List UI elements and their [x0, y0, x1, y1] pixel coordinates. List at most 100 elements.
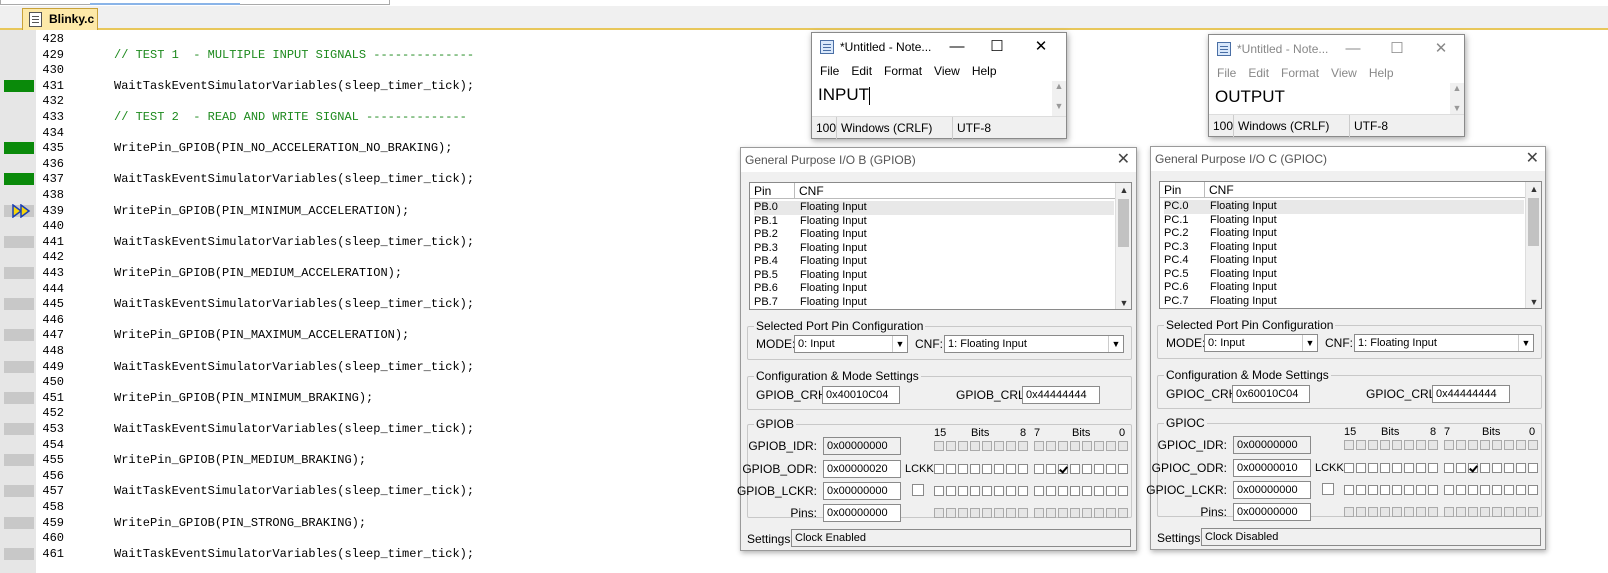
bit-checkbox[interactable] — [970, 464, 980, 474]
pin-list[interactable]: Pin CNF PB.0 Floating Input PB.1 Floating Inp… — [749, 182, 1132, 310]
bit-checkbox[interactable] — [958, 464, 968, 474]
minimize-button[interactable]: — — [1336, 37, 1370, 61]
bit-checkbox[interactable] — [1404, 485, 1414, 495]
pin-row[interactable]: PC.6 Floating Input — [1164, 281, 1524, 295]
bit-checkbox[interactable] — [1480, 485, 1490, 495]
bit-checkbox[interactable] — [1404, 463, 1414, 473]
notepad-input-window[interactable]: *Untitled - Note... — ☐ ✕ File Edit Format… — [811, 32, 1067, 139]
pin-row[interactable]: PB.7 Floating Input — [754, 296, 1114, 310]
bit-checkbox[interactable] — [1006, 464, 1016, 474]
notepad-scrollbar[interactable]: ▲ ▼ — [1052, 81, 1066, 117]
odr-input[interactable]: 0x00000020 — [823, 460, 901, 478]
bit-checkbox[interactable] — [1034, 486, 1044, 496]
menu-view[interactable]: View — [934, 61, 960, 81]
bit-checkbox[interactable] — [1070, 464, 1080, 474]
pin-list[interactable]: Pin CNF PC.0 Floating Input PC.1 Floating Inp… — [1159, 181, 1542, 309]
pin-row[interactable]: PB.1 Floating Input — [754, 215, 1114, 229]
bit-checkbox[interactable] — [934, 486, 944, 496]
menu-file[interactable]: File — [820, 61, 839, 81]
col-pin[interactable]: Pin — [754, 184, 771, 198]
menu-edit[interactable]: Edit — [851, 61, 872, 81]
bit-checkbox[interactable] — [1416, 463, 1426, 473]
bit-checkbox[interactable] — [1368, 463, 1378, 473]
bit-checkbox[interactable] — [1504, 485, 1514, 495]
menu-edit[interactable]: Edit — [1248, 63, 1269, 83]
bit-checkbox[interactable] — [1468, 463, 1478, 473]
bit-checkbox[interactable] — [1480, 463, 1490, 473]
menu-help[interactable]: Help — [972, 61, 997, 81]
bit-checkbox[interactable] — [1006, 486, 1016, 496]
bit-checkbox[interactable] — [1368, 485, 1378, 495]
bit-checkbox[interactable] — [1356, 463, 1366, 473]
bit-checkbox[interactable] — [1046, 464, 1056, 474]
gpioc-peripheral-dialog[interactable]: General Purpose I/O C (GPIOC) ✕ Pin CNF PC.0… — [1146, 146, 1546, 550]
pin-row[interactable]: PC.0 Floating Input — [1164, 200, 1524, 214]
bit-checkbox[interactable] — [982, 464, 992, 474]
pin-row[interactable]: PB.4 Floating Input — [754, 255, 1114, 269]
pin-row[interactable]: PB.3 Floating Input — [754, 242, 1114, 256]
crh-input[interactable]: 0x60010C04 — [1232, 385, 1310, 403]
bit-checkbox[interactable] — [970, 486, 980, 496]
close-icon[interactable]: ✕ — [1526, 147, 1539, 171]
bit-checkbox[interactable] — [1416, 485, 1426, 495]
cnf-select[interactable]: 1: Floating Input ▼ — [944, 335, 1124, 353]
bit-checkbox[interactable] — [1504, 463, 1514, 473]
scroll-thumb[interactable] — [1118, 199, 1129, 247]
bit-checkbox[interactable] — [1456, 485, 1466, 495]
bit-checkbox[interactable] — [1344, 463, 1354, 473]
bit-checkbox[interactable] — [1344, 485, 1354, 495]
notepad-output-window[interactable]: *Untitled - Note... — ☐ ✕ File Edit Format… — [1208, 34, 1465, 137]
col-cnf[interactable]: CNF — [799, 184, 824, 198]
bit-checkbox[interactable] — [982, 486, 992, 496]
bit-checkbox[interactable] — [1094, 486, 1104, 496]
notepad-title-bar[interactable]: *Untitled - Note... — ☐ ✕ — [1209, 35, 1464, 63]
scroll-up-icon[interactable]: ▲ — [1116, 185, 1132, 195]
bit-checkbox[interactable] — [1094, 464, 1104, 474]
pins-input[interactable]: 0x00000000 — [823, 504, 901, 522]
close-button[interactable]: ✕ — [1024, 35, 1058, 59]
menu-format[interactable]: Format — [1281, 63, 1319, 83]
mode-select[interactable]: 0: Input ▼ — [794, 335, 908, 353]
bit-checkbox[interactable] — [1492, 463, 1502, 473]
bit-checkbox[interactable] — [1468, 485, 1478, 495]
bit-checkbox[interactable] — [1428, 463, 1438, 473]
bit-checkbox[interactable] — [1082, 486, 1092, 496]
bit-checkbox[interactable] — [1444, 485, 1454, 495]
pin-row[interactable]: PC.5 Floating Input — [1164, 268, 1524, 282]
lckr-input[interactable]: 0x00000000 — [823, 482, 901, 500]
bit-checkbox[interactable] — [1516, 485, 1526, 495]
bit-checkbox[interactable] — [994, 464, 1004, 474]
lckk-checkbox[interactable] — [912, 484, 924, 496]
maximize-button[interactable]: ☐ — [980, 35, 1014, 59]
menu-file[interactable]: File — [1217, 63, 1236, 83]
bit-checkbox[interactable] — [934, 464, 944, 474]
bit-checkbox[interactable] — [1070, 486, 1080, 496]
bit-checkbox[interactable] — [1018, 464, 1028, 474]
notepad-text-area[interactable]: INPUT — [812, 81, 1052, 117]
bit-checkbox[interactable] — [1118, 464, 1128, 474]
idr-input[interactable]: 0x00000000 — [823, 437, 901, 455]
bit-checkbox[interactable] — [1106, 486, 1116, 496]
bit-checkbox[interactable] — [946, 486, 956, 496]
scroll-up-icon[interactable]: ▲ — [1526, 184, 1542, 194]
odr-input[interactable]: 0x00000010 — [1233, 459, 1311, 477]
bit-checkbox[interactable] — [946, 464, 956, 474]
bit-checkbox[interactable] — [1058, 486, 1068, 496]
bit-checkbox[interactable] — [1034, 464, 1044, 474]
bit-checkbox[interactable] — [1428, 485, 1438, 495]
pin-row[interactable]: PB.6 Floating Input — [754, 282, 1114, 296]
lckr-input[interactable]: 0x00000000 — [1233, 481, 1311, 499]
pin-row[interactable]: PB.2 Floating Input — [754, 228, 1114, 242]
bit-checkbox[interactable] — [1018, 486, 1028, 496]
scroll-down-icon[interactable]: ▼ — [1116, 298, 1132, 308]
scroll-down-icon[interactable]: ▼ — [1526, 297, 1542, 307]
pin-row[interactable]: PC.3 Floating Input — [1164, 241, 1524, 255]
pin-row[interactable]: PC.7 Floating Input — [1164, 295, 1524, 309]
bit-checkbox[interactable] — [1392, 485, 1402, 495]
pin-row[interactable]: PC.2 Floating Input — [1164, 227, 1524, 241]
pin-list-scrollbar[interactable]: ▲ ▼ — [1525, 182, 1541, 308]
bit-checkbox[interactable] — [1082, 464, 1092, 474]
pin-row[interactable]: PC.1 Floating Input — [1164, 214, 1524, 228]
bit-checkbox[interactable] — [1058, 464, 1068, 474]
cnf-select[interactable]: 1: Floating Input ▼ — [1354, 334, 1534, 352]
